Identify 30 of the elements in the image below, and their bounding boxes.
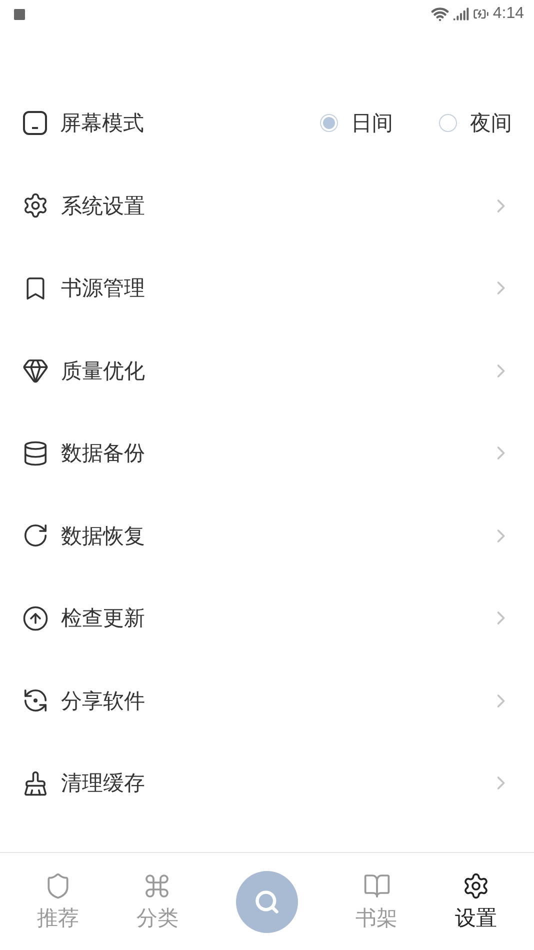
menu-item[interactable]: 分享软件 bbox=[61, 686, 478, 715]
search-icon bbox=[254, 888, 280, 914]
arrow-up-circle-icon bbox=[22, 604, 49, 632]
notification-icon bbox=[14, 8, 25, 20]
menu-item[interactable]: 系统设置 bbox=[61, 192, 478, 220]
gem-icon bbox=[22, 357, 49, 384]
gear-icon bbox=[22, 192, 49, 220]
status-time: 4:14 bbox=[492, 5, 524, 23]
brush-icon bbox=[22, 770, 49, 797]
radio-button[interactable] bbox=[439, 114, 457, 132]
command-icon bbox=[143, 872, 172, 900]
menu-item[interactable]: 质量优化 bbox=[61, 356, 478, 385]
book-icon bbox=[362, 872, 391, 900]
database-icon bbox=[22, 440, 49, 467]
radio-label: 夜间 bbox=[470, 110, 512, 138]
wifi-icon bbox=[430, 5, 449, 23]
radio-label: 日间 bbox=[351, 110, 393, 138]
menu-item[interactable]: 清理缓存 bbox=[61, 769, 478, 798]
screen-icon bbox=[22, 110, 48, 136]
nav-tab[interactable]: 设置 bbox=[455, 872, 498, 932]
refresh-icon bbox=[22, 687, 49, 714]
gear-icon bbox=[462, 872, 490, 900]
menu-item[interactable]: 检查更新 bbox=[61, 604, 478, 632]
menu-item[interactable]: 数据恢复 bbox=[61, 522, 478, 550]
radio-button[interactable] bbox=[320, 114, 338, 132]
row-label: 屏幕模式 bbox=[60, 110, 145, 138]
signal-icon bbox=[452, 6, 469, 22]
menu-item[interactable]: 书源管理 bbox=[61, 274, 478, 302]
refresh-icon bbox=[22, 522, 49, 550]
menu-item[interactable]: 数据备份 bbox=[61, 439, 478, 468]
